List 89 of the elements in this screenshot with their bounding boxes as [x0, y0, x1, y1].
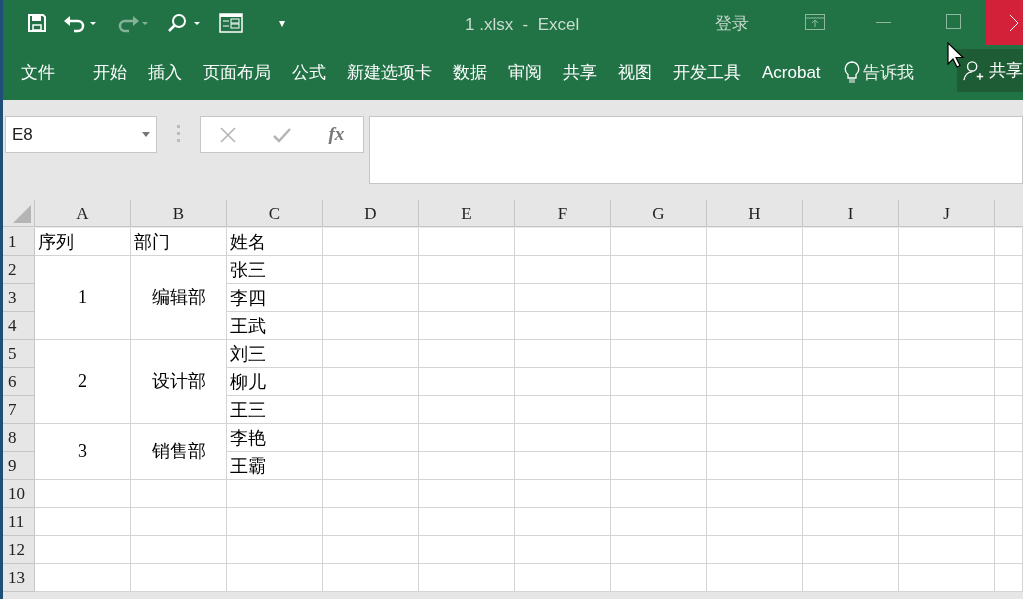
table-cell	[995, 480, 1023, 508]
table-cell: 李艳	[227, 424, 323, 452]
ribbon-tab[interactable]: 开发工具	[673, 59, 741, 86]
sign-in-link[interactable]: 登录	[715, 11, 749, 37]
row-header[interactable]: 2	[3, 256, 35, 284]
ribbon-tab[interactable]: 视图	[618, 59, 652, 86]
ribbon-tab[interactable]: 公式	[292, 59, 326, 86]
column-header[interactable]: E	[419, 200, 515, 227]
ribbon-tab[interactable]: 开始	[93, 59, 127, 86]
ribbon-tab[interactable]: 文件	[21, 59, 55, 86]
row-header[interactable]: 7	[3, 396, 35, 424]
row-header[interactable]: 4	[3, 312, 35, 340]
column-header[interactable]: A	[35, 200, 131, 227]
table-cell	[995, 508, 1023, 536]
ribbon-tab[interactable]: 页面布局	[203, 59, 271, 86]
merged-cell: 设计部	[131, 340, 227, 424]
table-cell: 柳儿	[227, 368, 323, 396]
column-header[interactable]: G	[611, 200, 707, 227]
row-header[interactable]: 10	[3, 480, 35, 508]
table-cell	[995, 256, 1023, 284]
form-icon[interactable]	[219, 12, 243, 33]
row-header[interactable]: 5	[3, 340, 35, 368]
column-header[interactable]: F	[515, 200, 611, 227]
ribbon-tab[interactable]: 插入	[148, 59, 182, 86]
ribbon-tab[interactable]: 审阅	[508, 59, 542, 86]
save-icon[interactable]	[27, 12, 47, 33]
row-header[interactable]: 9	[3, 452, 35, 480]
table-cell	[995, 424, 1023, 452]
merged-cell: 1	[35, 256, 131, 340]
column-header[interactable]: D	[323, 200, 419, 227]
name-box[interactable]: E8	[5, 116, 157, 153]
merged-cell: 3	[35, 424, 131, 480]
tell-me-field[interactable]: 告诉我	[862, 59, 914, 86]
select-all-button[interactable]	[3, 200, 35, 227]
table-cell: 张三	[227, 256, 323, 284]
cancel-icon[interactable]	[219, 126, 236, 143]
column-header[interactable]: I	[803, 200, 899, 227]
check-icon[interactable]	[273, 126, 292, 143]
chevron-icon	[1009, 13, 1019, 32]
ribbon-tab[interactable]: Acrobat	[762, 59, 821, 86]
table-cell: 姓名	[227, 228, 323, 256]
merged-cell: 2	[35, 340, 131, 424]
customize-toolbar-button[interactable]: ▾	[279, 13, 285, 32]
share-button[interactable]: 共享	[957, 49, 1023, 92]
dropdown-arrow-icon	[142, 132, 150, 137]
row-header[interactable]: 12	[3, 536, 35, 564]
ribbon-tab[interactable]: 新建选项卡	[347, 59, 432, 86]
ribbon-tab[interactable]: 数据	[453, 59, 487, 86]
ribbon-display-icon[interactable]	[805, 14, 825, 30]
column-header[interactable]: H	[707, 200, 803, 227]
column-header[interactable]: C	[227, 200, 323, 227]
table-cell	[995, 312, 1023, 340]
mouse-cursor-icon	[947, 42, 965, 68]
row-header[interactable]: 11	[3, 508, 35, 536]
formula-input[interactable]	[369, 116, 1023, 184]
row-header[interactable]: 8	[3, 424, 35, 452]
window-title: 1 .xlsx - Excel	[465, 14, 580, 36]
table-cell	[995, 368, 1023, 396]
row-header[interactable]: 1	[3, 228, 35, 256]
minimize-icon[interactable]	[876, 22, 891, 24]
table-cell: 王三	[227, 396, 323, 424]
merged-cell: 销售部	[131, 424, 227, 480]
table-cell: 王武	[227, 312, 323, 340]
lightbulb-icon	[843, 60, 860, 85]
insert-function-button[interactable]: fx	[328, 120, 345, 149]
table-cell	[995, 284, 1023, 312]
table-cell: 刘三	[227, 340, 323, 368]
triangle-icon	[13, 205, 31, 223]
search-icon[interactable]	[167, 12, 203, 33]
column-header[interactable]: J	[899, 200, 995, 227]
row-header[interactable]: 3	[3, 284, 35, 312]
row-header[interactable]: 13	[3, 564, 35, 592]
table-cell	[995, 396, 1023, 424]
table-cell: 李四	[227, 284, 323, 312]
table-cell	[995, 564, 1023, 592]
table-cell	[995, 340, 1023, 368]
grip-icon	[177, 125, 180, 143]
table-cell: 部门	[131, 228, 227, 256]
add-person-icon	[963, 58, 985, 83]
row-header[interactable]: 6	[3, 368, 35, 396]
table-cell	[995, 452, 1023, 480]
merged-cell: 编辑部	[131, 256, 227, 340]
table-cell	[995, 536, 1023, 564]
maximize-icon[interactable]	[946, 14, 961, 29]
table-cell	[995, 228, 1023, 256]
table-cell: 王霸	[227, 452, 323, 480]
ribbon-tab[interactable]: 共享	[563, 59, 597, 86]
table-cell: 序列	[35, 228, 131, 256]
column-header[interactable]: B	[131, 200, 227, 227]
